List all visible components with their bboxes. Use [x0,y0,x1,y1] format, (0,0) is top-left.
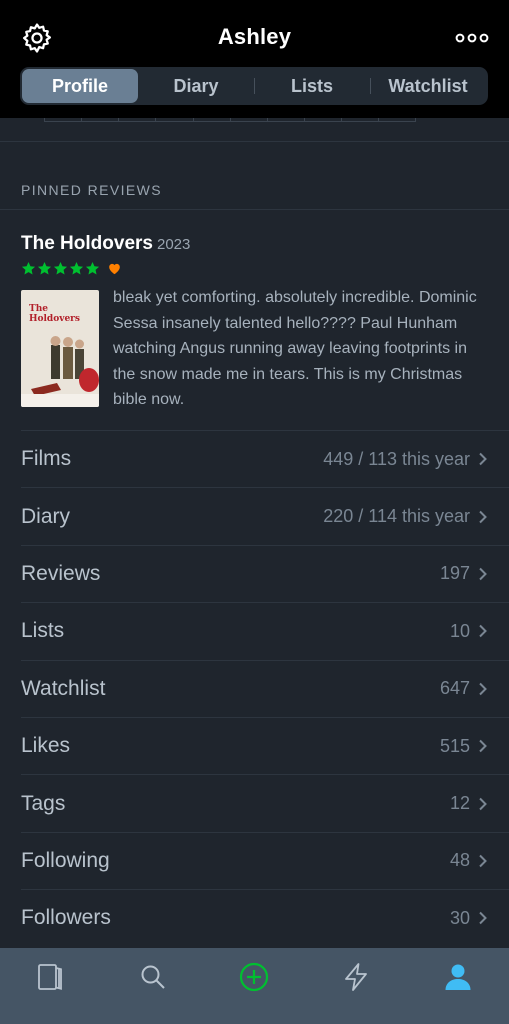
star-icon [85,261,100,275]
star-icon [37,261,52,275]
star-icon [69,261,84,275]
stat-value: 12 [449,793,470,814]
stat-label: Likes [21,734,71,758]
stat-row-following[interactable]: Following 48 [21,831,509,889]
stat-value: 48 [449,850,470,871]
tab-search[interactable] [102,948,204,1024]
activity-icon [345,963,368,991]
heart-icon [109,263,120,275]
profile-segmented-control: Profile Diary Lists Watchlist [20,67,488,105]
stat-value: 197 [439,563,470,584]
star-icon [21,261,36,275]
more-dots-icon[interactable] [455,31,489,45]
stat-value: 647 [439,678,470,699]
tab-profile[interactable]: Profile [22,69,138,103]
section-label-pinned-reviews: PINNED REVIEWS [21,182,162,198]
review-text[interactable]: bleak yet comforting. absolutely incredi… [113,285,483,413]
stat-label: Diary [21,504,71,528]
chevron-right-icon [479,682,487,695]
scroll-ruler [0,118,509,142]
star-icon [53,261,68,275]
stat-label: Lists [21,619,65,643]
stat-value: 515 [439,735,470,756]
chevron-right-icon [479,739,487,753]
stat-value: 10 [449,620,470,641]
chevron-right-icon [479,567,487,581]
chevron-right-icon [479,510,487,523]
film-title-text: The Holdovers [21,233,153,254]
stat-label: Followers [21,906,111,930]
stat-row-diary[interactable]: Diary 220 / 114 this year [21,487,509,544]
tab-diary[interactable]: Diary [138,69,254,103]
stat-row-watchlist[interactable]: Watchlist 647 [21,659,509,717]
stat-label: Tags [21,791,66,815]
film-year: 2023 [156,236,191,253]
stat-value: 220 / 114 this year [323,506,470,527]
stat-row-likes[interactable]: Likes 515 [21,716,509,774]
pinned-film-title[interactable]: The Holdovers 2023 [21,233,190,255]
stat-value: 30 [449,907,470,928]
stat-row-followers[interactable]: Followers 30 [21,889,509,946]
chevron-right-icon [479,797,487,810]
profile-stats-list: Films 449 / 113 this year Diary 220 / 11… [21,430,509,947]
tab-profile-bottom[interactable] [407,948,509,1024]
chevron-right-icon [479,625,487,638]
stat-row-reviews[interactable]: Reviews 197 [21,544,509,602]
stat-value: 449 / 113 this year [323,448,470,469]
chevron-right-icon [479,452,487,466]
tab-lists[interactable]: Lists [254,69,370,103]
stat-label: Films [21,447,72,471]
stat-row-films[interactable]: Films 449 / 113 this year [21,430,509,487]
profile-icon [445,964,471,990]
film-poster[interactable]: The Holdovers [21,290,99,407]
bottom-tab-bar [0,948,509,1024]
stat-row-tags[interactable]: Tags 12 [21,774,509,831]
tab-films[interactable] [0,948,102,1024]
stat-label: Reviews [21,561,101,585]
tab-watchlist[interactable]: Watchlist [370,69,486,103]
chevron-right-icon [479,854,487,868]
page-title: Ashley [217,24,292,49]
add-icon [240,962,269,992]
chevron-right-icon [479,912,487,925]
films-icon [37,964,62,990]
tab-activity[interactable] [305,948,407,1024]
divider [0,209,509,210]
star-rating [21,261,122,277]
tab-add[interactable] [204,948,306,1024]
search-icon [141,965,165,989]
stat-row-lists[interactable]: Lists 10 [21,602,509,659]
stat-label: Watchlist [21,676,106,700]
stat-label: Following [21,848,110,872]
poster-art [21,336,99,407]
top-bar: Ashley Profile Diary Lists Watchlist [0,0,509,118]
